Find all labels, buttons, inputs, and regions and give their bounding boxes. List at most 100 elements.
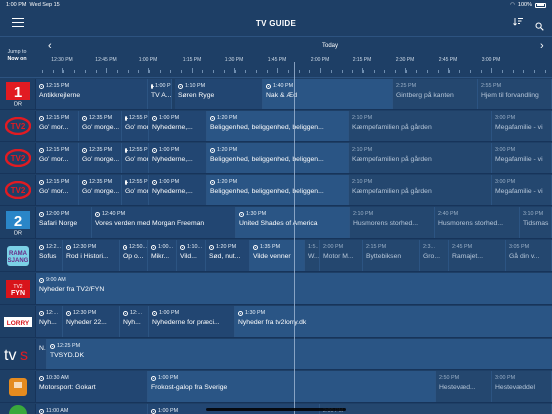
channel-logo[interactable]: [0, 371, 36, 402]
timeline-minor-tick: [288, 70, 289, 73]
timeline-minor-tick: [267, 70, 268, 73]
program-cell[interactable]: 12:30 PM Rod i Histori...: [63, 240, 120, 271]
program-cell[interactable]: 12:2... Sofus: [36, 240, 63, 271]
channel-logo[interactable]: tv s: [0, 339, 36, 369]
channel-logo[interactable]: RAMA SJANG: [0, 240, 36, 271]
program-cell[interactable]: 2:10 PM Kæmpefamilien på gården: [349, 143, 492, 173]
program-cell[interactable]: 1:40 PM Nak & Æd: [263, 79, 393, 109]
program-time: 1:40 PM: [266, 83, 392, 90]
timeline-minor-tick: [277, 70, 278, 73]
channel-row: TV2 12:15 PM Go' mor... 12:35 PM Go' morge..…: [0, 143, 552, 174]
channel-logo[interactable]: LORRY: [0, 306, 36, 337]
program-cell[interactable]: 1:20 PM Beliggenhed, beliggenhed, beligge…: [207, 175, 349, 205]
program-cell[interactable]: 12:15 PM Go' mor...: [36, 111, 79, 141]
program-cell[interactable]: 1:20 PM Beliggenhed, beliggenhed, beligge…: [207, 111, 349, 141]
program-cell[interactable]: 1:20 PM Beliggenhed, beliggenhed, beligge…: [207, 143, 349, 173]
program-cell[interactable]: 2:50 PM Hestevæd...: [436, 371, 492, 402]
program-cell[interactable]: 1:00 PM Nyhederne,...: [149, 111, 207, 141]
channel-logo[interactable]: 2 DR: [0, 207, 36, 238]
program-cell[interactable]: 12:00 PM Safari Norge: [36, 207, 92, 238]
program-cell[interactable]: 12:35 PM Go' morge...: [79, 175, 122, 205]
program-title: TV A...: [151, 92, 172, 99]
program-cell[interactable]: 3:00 PM Megafamilie - vi: [492, 175, 552, 205]
channel-logo[interactable]: TV2 FYN: [0, 273, 36, 304]
timeline-minor-tick: [513, 70, 514, 73]
program-cell[interactable]: 2:10 PM Kæmpefamilien på gården: [349, 111, 492, 141]
program-cell[interactable]: 2:10 PM Husmorens storhed...: [350, 207, 435, 238]
program-cell[interactable]: 2:40 PM Husmorens storhed...: [435, 207, 520, 238]
program-cell[interactable]: 1:35 PM Vilde venner: [250, 240, 305, 271]
program-cell[interactable]: 12:40 PM Vores verden med Morgan Freeman: [92, 207, 236, 238]
menu-icon[interactable]: [12, 18, 24, 27]
program-time-text: 2:55 PM: [481, 83, 502, 89]
program-cell[interactable]: 3:00 PM Megafamilie - vi: [492, 143, 552, 173]
program-cell[interactable]: 2:00 PM Motor M...: [320, 240, 363, 271]
next-day-chevron-icon[interactable]: ›: [540, 40, 544, 52]
channel-logo[interactable]: 1 DR: [0, 79, 36, 109]
timeline-minor-tick: [449, 70, 450, 73]
program-cell[interactable]: 1:30 PM United Shades of America: [236, 207, 350, 238]
program-cell[interactable]: 12:15 PM Go' mor...: [36, 175, 79, 205]
program-cell[interactable]: 1:10... Vild...: [177, 240, 206, 271]
program-cell[interactable]: 12:35 PM Go' morge...: [79, 111, 122, 141]
program-cell[interactable]: 1:00 PM TV A...: [148, 79, 172, 109]
program-cell[interactable]: 3:10 PM Tidsmas: [520, 207, 552, 238]
program-cell[interactable]: 1:5... W...: [305, 240, 320, 271]
program-cell[interactable]: N...: [36, 339, 47, 369]
program-time: 2:55 PM: [481, 83, 551, 90]
program-cell[interactable]: 1:20 PM Sød, nut...: [206, 240, 250, 271]
program-title: Nyhederne,...: [152, 188, 193, 195]
program-cell[interactable]: 2:3... Gro...: [420, 240, 449, 271]
program-cell[interactable]: 12:15 PM Antikkrejlerne: [36, 79, 148, 109]
program-cell[interactable]: 1:00... Mikr...: [148, 240, 177, 271]
program-cell[interactable]: 10:30 AM Motorsport: Gokart: [36, 371, 148, 402]
previous-day-chevron-icon[interactable]: ‹: [48, 40, 52, 52]
program-cell[interactable]: 2:45 PM Ramajet...: [449, 240, 506, 271]
program-cell[interactable]: 2:00 PM: [320, 404, 552, 414]
program-cell[interactable]: 2:55 PM Hjem til forvandling: [478, 79, 552, 109]
timeline-label: 12:30 PM: [51, 57, 73, 63]
program-cell[interactable]: 12:... Nyh...: [120, 306, 149, 337]
program-cell[interactable]: 12:30 PM Nyheder 22...: [63, 306, 120, 337]
channel-logo[interactable]: [0, 404, 36, 414]
sort-icon[interactable]: [513, 17, 523, 28]
program-cell[interactable]: 1:00 PM Nyhederne,...: [149, 143, 207, 173]
program-time: 1:20 PM: [210, 147, 348, 154]
record-icon: [210, 180, 215, 185]
program-cell[interactable]: 12:55 PM Go' morge...: [122, 175, 149, 205]
timeline-ticks[interactable]: 12:30 PM 12:45 PM 1:00 PM 1:15 PM 1:30 PM 1:4…: [0, 57, 552, 79]
program-cell[interactable]: 3:05 PM Gå din v...: [506, 240, 552, 271]
program-title: Hestevæddel: [495, 384, 536, 391]
program-cell[interactable]: 12:55 PM Go' morge...: [122, 111, 149, 141]
program-cell[interactable]: 2:15 PM Byttebiksen: [363, 240, 420, 271]
channel-logo[interactable]: TV2: [0, 175, 36, 205]
program-cell[interactable]: 1:00 PM Frokost-galop fra Sverige: [148, 371, 436, 402]
program-cell[interactable]: 1:30 PM Nyheder fra tv2lorry.dk: [235, 306, 552, 337]
program-cell[interactable]: 1:10 PM Søren Ryge: [175, 79, 263, 109]
program-cell[interactable]: 12:15 PM Go' mor...: [36, 143, 79, 173]
program-cell[interactable]: 12:55 PM Go' morge...: [122, 143, 149, 173]
channel-logo[interactable]: TV2: [0, 111, 36, 141]
program-time: 9:00 AM: [39, 277, 551, 284]
timeline-label: 1:45 PM: [267, 57, 287, 63]
program-cell[interactable]: 2:25 PM Gintberg på kanten: [393, 79, 478, 109]
program-title: Gintberg på kanten: [396, 92, 454, 99]
program-cell[interactable]: 12:50... Op o...: [120, 240, 148, 271]
program-cell[interactable]: 11:00 AM: [36, 404, 148, 414]
program-cell[interactable]: 1:00 PM Nyhederne for præci...: [149, 306, 235, 337]
program-time: 2:3...: [423, 244, 448, 251]
program-cell[interactable]: 12:... Nyh...: [36, 306, 63, 337]
timeline-label: 2:15 PM: [352, 57, 372, 63]
program-cell[interactable]: 2:10 PM Kæmpefamilien på gården: [349, 175, 492, 205]
search-icon[interactable]: [535, 18, 544, 31]
svg-text:s: s: [20, 347, 28, 364]
program-cell[interactable]: 12:25 PM TVSYD.DK: [47, 339, 552, 369]
channel-logo[interactable]: TV2: [0, 143, 36, 173]
program-cell[interactable]: 3:00 PM Hestevæddel: [492, 371, 552, 402]
program-cell[interactable]: 12:35 PM Go' morge...: [79, 143, 122, 173]
program-cell[interactable]: 3:00 PM Megafamilie - vi: [492, 111, 552, 141]
timeline-minor-tick: [149, 70, 150, 73]
program-time-text: 2:25 PM: [396, 83, 417, 89]
program-title: Go' morge...: [82, 188, 120, 195]
program-cell[interactable]: 1:00 PM Nyhederne,...: [149, 175, 207, 205]
